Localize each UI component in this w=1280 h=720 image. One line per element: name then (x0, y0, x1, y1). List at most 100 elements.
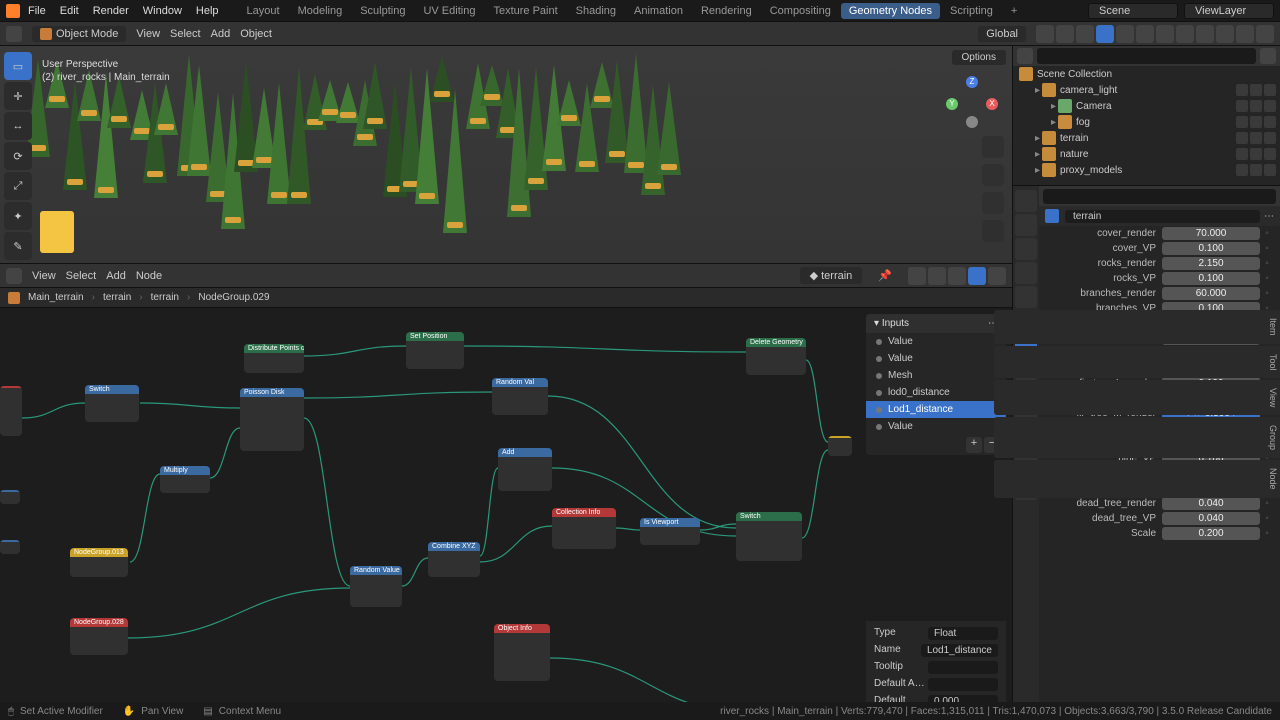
tool-rotate-icon[interactable]: ⟳ (4, 142, 32, 170)
workspace-tab[interactable]: UV Editing (415, 3, 483, 19)
ne-btn-2-icon[interactable] (928, 267, 946, 285)
param-value-field[interactable]: 2.150 (1162, 257, 1260, 270)
restrict-viewport-icon[interactable] (1250, 164, 1262, 176)
pan-icon[interactable] (982, 164, 1004, 186)
disclosure-icon[interactable]: ▸ (1035, 85, 1040, 96)
viewport-options-button[interactable]: Options (952, 50, 1006, 65)
menu-render[interactable]: Render (93, 5, 129, 17)
geometry-node[interactable]: Object Info (494, 624, 550, 681)
geometry-node[interactable]: Add (498, 448, 552, 491)
geometry-node[interactable] (0, 386, 22, 436)
shading-wire-icon[interactable] (1076, 25, 1094, 43)
outliner-row[interactable]: ▸fog (1013, 114, 1280, 130)
param-value-field[interactable]: 0.100 (1162, 242, 1260, 255)
outliner-type-icon[interactable] (1017, 48, 1033, 64)
nprop-tooltip-field[interactable] (928, 661, 998, 674)
group-input-row[interactable]: Value (866, 418, 1006, 435)
restrict-render-icon[interactable] (1264, 84, 1276, 96)
restrict-select-icon[interactable] (1236, 164, 1248, 176)
modifier-name-field[interactable]: terrain (1065, 210, 1260, 223)
3d-viewport[interactable]: ▭ ✛ ↔ ⟳ ⤢ ✦ ✎ User Perspective (2) river… (0, 46, 1012, 264)
geometry-node[interactable] (0, 490, 20, 504)
geometry-node[interactable]: Poisson Disk (240, 388, 304, 451)
tool-scale-icon[interactable]: ⤢ (4, 172, 32, 200)
crumb-1[interactable]: terrain (103, 292, 131, 303)
disclosure-icon[interactable]: ▸ (1051, 101, 1056, 112)
outliner-row[interactable]: ▸Camera (1013, 98, 1280, 114)
proportional-icon[interactable] (1056, 25, 1074, 43)
ptab-render-icon[interactable] (1015, 190, 1037, 212)
vp-menu-view[interactable]: View (136, 28, 160, 40)
menu-file[interactable]: File (28, 5, 46, 17)
restrict-render-icon[interactable] (1264, 132, 1276, 144)
node-editor-canvas[interactable]: ▾ Inputs⋯ ValueValueMeshlod0_distanceLod… (0, 308, 1012, 720)
ne-btn-5-icon[interactable] (988, 267, 1006, 285)
crumb-2[interactable]: terrain (151, 292, 179, 303)
tool-annotate-icon[interactable]: ✎ (4, 232, 32, 260)
shading-solid-icon[interactable] (1096, 25, 1114, 43)
properties-search-input[interactable] (1043, 189, 1276, 204)
group-input-row[interactable]: Mesh (866, 367, 1006, 384)
nprop-name-field[interactable]: Lod1_distance (921, 644, 998, 657)
editor-type-icon[interactable] (6, 26, 22, 42)
group-input-row[interactable]: Value (866, 333, 1006, 350)
param-anim-icon[interactable]: ◦ (1260, 228, 1274, 239)
ne-menu-node[interactable]: Node (136, 270, 162, 282)
restrict-viewport-icon[interactable] (1250, 100, 1262, 112)
nprop-type-field[interactable]: Float (928, 627, 998, 640)
display-solid-icon[interactable] (1196, 25, 1214, 43)
node-sidebar-tab[interactable]: Group (994, 417, 1280, 458)
snap-toggle-icon[interactable] (1036, 25, 1054, 43)
geometry-node[interactable]: Is Viewport (640, 518, 700, 545)
outliner-row[interactable]: ▸proxy_models (1013, 162, 1280, 178)
param-value-field[interactable]: 70.000 (1162, 227, 1260, 240)
outliner-row[interactable]: ▸nature (1013, 146, 1280, 162)
mode-dropdown[interactable]: Object Mode (32, 26, 126, 42)
workspace-tab[interactable]: Shading (568, 3, 624, 19)
shading-options-icon[interactable] (1256, 25, 1274, 43)
axis-z-icon[interactable]: Z (966, 76, 978, 88)
vp-menu-object[interactable]: Object (240, 28, 272, 40)
ptab-world-icon[interactable] (1015, 286, 1037, 308)
geometry-node[interactable]: Collection Info (552, 508, 616, 549)
disclosure-icon[interactable]: ▸ (1035, 133, 1040, 144)
camera-view-icon[interactable] (982, 192, 1004, 214)
tool-select-icon[interactable]: ▭ (4, 52, 32, 80)
geometry-node[interactable]: Distribute Points on Faces (244, 344, 304, 373)
workspace-tab[interactable]: Scripting (942, 3, 1001, 19)
workspace-tab[interactable]: Sculpting (352, 3, 413, 19)
restrict-render-icon[interactable] (1264, 100, 1276, 112)
outliner-filter-icon[interactable] (1260, 48, 1276, 64)
menu-edit[interactable]: Edit (60, 5, 79, 17)
param-anim-icon[interactable]: ◦ (1260, 288, 1274, 299)
node-sidebar-tab[interactable]: Tool (994, 346, 1280, 379)
restrict-render-icon[interactable] (1264, 164, 1276, 176)
input-add-button[interactable]: + (966, 437, 982, 453)
disclosure-icon[interactable]: ▸ (1035, 165, 1040, 176)
geometry-node[interactable]: Switch (85, 385, 139, 422)
orientation-dropdown[interactable]: Global (978, 26, 1026, 42)
overlay-options-icon[interactable] (1136, 25, 1154, 43)
restrict-viewport-icon[interactable] (1250, 132, 1262, 144)
disclosure-icon[interactable]: ▸ (1035, 149, 1040, 160)
geometry-node[interactable] (828, 436, 852, 456)
geometry-node[interactable]: Random Val (492, 378, 548, 415)
pin-icon[interactable]: 📌 (878, 269, 892, 282)
workspace-tab[interactable]: Rendering (693, 3, 760, 19)
workspace-tab[interactable]: Modeling (290, 3, 351, 19)
crumb-0[interactable]: Main_terrain (28, 292, 84, 303)
restrict-select-icon[interactable] (1236, 84, 1248, 96)
ne-btn-3-icon[interactable] (948, 267, 966, 285)
ptab-viewlayer-icon[interactable] (1015, 238, 1037, 260)
workspace-tab[interactable]: Geometry Nodes (841, 3, 940, 19)
workspace-tab[interactable]: Texture Paint (485, 3, 565, 19)
geometry-node[interactable]: NodeGroup.028 (70, 618, 128, 655)
workspace-tab[interactable]: Layout (239, 3, 288, 19)
param-anim-icon[interactable]: ◦ (1260, 513, 1274, 524)
restrict-select-icon[interactable] (1236, 100, 1248, 112)
group-input-row[interactable]: lod0_distance (866, 384, 1006, 401)
outliner-root[interactable]: Scene Collection (1037, 69, 1112, 80)
scene-selector[interactable]: Scene (1088, 3, 1178, 19)
param-value-field[interactable]: 0.200 (1162, 527, 1260, 540)
viewlayer-selector[interactable]: ViewLayer (1184, 3, 1274, 19)
